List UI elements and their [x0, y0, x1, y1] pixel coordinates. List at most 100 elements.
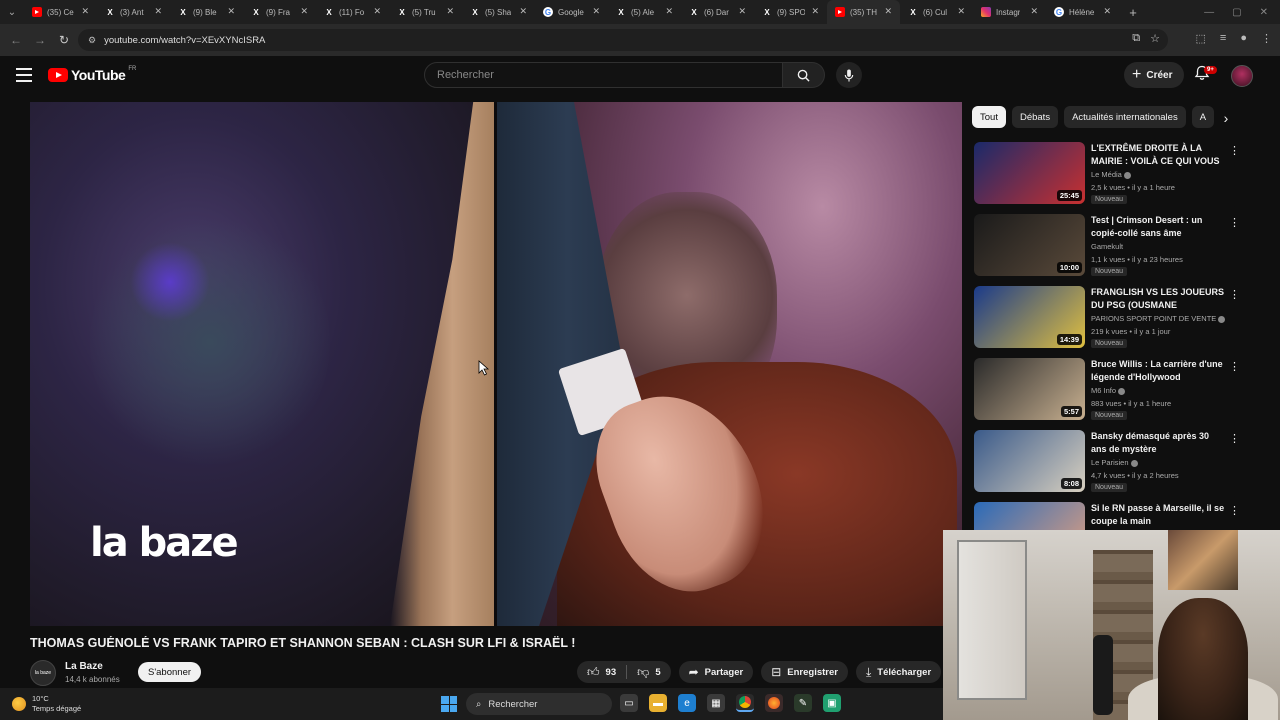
more-options-icon[interactable]: ⋮: [1229, 360, 1240, 373]
maximize-icon[interactable]: ▢: [1232, 7, 1241, 18]
browser-tab[interactable]: (35) Ce ✕: [24, 0, 97, 24]
tab-close-icon[interactable]: ✕: [811, 6, 819, 17]
dislike-count[interactable]: 5: [655, 667, 670, 678]
browser-tab[interactable]: (35) TH ✕: [827, 0, 900, 24]
chip-actualites-internationales[interactable]: Actualités internationales: [1064, 106, 1186, 128]
more-options-icon[interactable]: ⋮: [1229, 216, 1240, 229]
video-thumbnail[interactable]: 10:00: [974, 214, 1085, 276]
url-field[interactable]: ⚙ youtube.com/watch?v=XEvXYNcISRA ⧉ ☆: [78, 29, 1168, 51]
recommendation-channel[interactable]: Gamekult: [1091, 242, 1123, 251]
edge-icon[interactable]: e: [678, 694, 696, 712]
tab-close-icon[interactable]: ✕: [446, 6, 454, 17]
recommendation-channel[interactable]: M6 Info: [1091, 386, 1126, 395]
tab-close-icon[interactable]: ✕: [1103, 6, 1111, 17]
task-view-icon[interactable]: ▭: [620, 694, 638, 712]
video-thumbnail[interactable]: 5:57: [974, 358, 1085, 420]
tab-close-icon[interactable]: ✕: [300, 6, 308, 17]
subscribe-button[interactable]: S'abonner: [138, 662, 202, 682]
thumbs-down-icon[interactable]: 👎︎: [637, 665, 649, 680]
recommendation-title[interactable]: Si le RN passe à Marseille, il se coupe …: [1091, 502, 1227, 528]
save-button[interactable]: ⊟ Enregistrer: [761, 661, 848, 683]
more-options-icon[interactable]: ⋮: [1229, 432, 1240, 445]
store-icon[interactable]: ▦: [707, 694, 725, 712]
green-app-icon[interactable]: ▣: [823, 694, 841, 712]
more-options-icon[interactable]: ⋮: [1229, 288, 1240, 301]
taskbar-search[interactable]: ⌕ Rechercher: [466, 693, 612, 715]
channel-name[interactable]: La Baze: [65, 661, 103, 672]
search-input[interactable]: [437, 69, 782, 81]
video-thumbnail[interactable]: 14:39: [974, 286, 1085, 348]
bookmark-star-icon[interactable]: ☆: [1150, 32, 1160, 45]
app-icon[interactable]: ✎: [794, 694, 812, 712]
recommendation-title[interactable]: Bruce Willis : La carrière d'une légende…: [1091, 358, 1227, 384]
tab-close-icon[interactable]: ✕: [81, 6, 89, 17]
tab-close-icon[interactable]: ✕: [665, 6, 673, 17]
recommendation-item[interactable]: 10:00 Test | Crimson Desert : un copié-co…: [974, 212, 1244, 284]
tab-close-icon[interactable]: ✕: [1030, 6, 1038, 17]
account-avatar[interactable]: [1231, 65, 1253, 87]
recommendation-channel[interactable]: Le Parisien: [1091, 458, 1138, 467]
recommendation-title[interactable]: Bansky démasqué après 30 ans de mystère: [1091, 430, 1227, 456]
tab-close-icon[interactable]: ✕: [227, 6, 235, 17]
browser-tab[interactable]: X (9) Ble ✕: [170, 0, 243, 24]
recommendation-item[interactable]: 14:39 FRANGLISH VS LES JOUEURS DU PSG (OU…: [974, 284, 1244, 356]
recommendation-channel[interactable]: Le Média: [1091, 170, 1131, 179]
recommendation-item[interactable]: 8:08 Bansky démasqué après 30 ans de myst…: [974, 428, 1244, 500]
chrome-icon[interactable]: [736, 694, 754, 712]
chip-debats[interactable]: Débats: [1011, 106, 1059, 128]
cast-icon[interactable]: ⧉: [1132, 32, 1140, 45]
tab-search-icon[interactable]: ⌄: [0, 0, 24, 24]
new-tab-button[interactable]: +: [1123, 5, 1143, 20]
firefox-icon[interactable]: [765, 694, 783, 712]
file-explorer-icon[interactable]: ▬: [649, 694, 667, 712]
chip-tout[interactable]: Tout: [972, 106, 1006, 128]
recommendation-title[interactable]: Test | Crimson Desert : un copié-collé s…: [1091, 214, 1227, 240]
recommendation-item[interactable]: 5:57 Bruce Willis : La carrière d'une lég…: [974, 356, 1244, 428]
reload-icon[interactable]: ↻: [52, 33, 76, 47]
browser-tab[interactable]: X (3) Ant ✕: [97, 0, 170, 24]
browser-tab[interactable]: X (6) Cul ✕: [900, 0, 973, 24]
browser-tab[interactable]: X (5) Tru ✕: [389, 0, 462, 24]
recommendation-title[interactable]: L'EXTRÊME DROITE À LA MAIRIE : VOILÀ CE …: [1091, 142, 1227, 168]
profile-icon[interactable]: ●: [1240, 32, 1247, 45]
extensions-icon[interactable]: ⬚: [1196, 32, 1206, 45]
forward-icon[interactable]: →: [28, 33, 52, 47]
minimize-icon[interactable]: —: [1204, 7, 1214, 18]
tab-close-icon[interactable]: ✕: [957, 6, 965, 17]
create-button[interactable]: + Créer: [1124, 62, 1185, 88]
weather-widget[interactable]: 10°C Temps dégagé: [12, 694, 81, 714]
thumbs-up-icon[interactable]: 👍︎: [587, 665, 600, 680]
site-info-icon[interactable]: ⚙: [88, 35, 96, 46]
tab-close-icon[interactable]: ✕: [738, 6, 746, 17]
recommendation-channel[interactable]: PARIONS SPORT POINT DE VENTE: [1091, 314, 1226, 323]
tab-groups-icon[interactable]: ≡: [1220, 32, 1226, 45]
close-window-icon[interactable]: ✕: [1260, 7, 1268, 18]
video-thumbnail[interactable]: 8:08: [974, 430, 1085, 492]
browser-tab[interactable]: X (11) Fo ✕: [316, 0, 389, 24]
download-button[interactable]: ⤓ Télécharger: [855, 661, 942, 683]
windows-start-icon[interactable]: [441, 696, 457, 712]
back-icon[interactable]: ←: [4, 33, 28, 47]
browser-tab[interactable]: Instagr ✕: [973, 0, 1046, 24]
browser-tab[interactable]: X (9) SPO ✕: [754, 0, 827, 24]
chevron-right-icon[interactable]: ›: [1216, 108, 1236, 128]
recommendation-title[interactable]: FRANGLISH VS LES JOUEURS DU PSG (OUSMANE…: [1091, 286, 1227, 312]
tab-close-icon[interactable]: ✕: [592, 6, 600, 17]
browser-tab[interactable]: G Google ✕: [535, 0, 608, 24]
more-options-icon[interactable]: ⋮: [1229, 144, 1240, 157]
voice-search-button[interactable]: [836, 62, 862, 88]
browser-tab[interactable]: G Hélène ✕: [1046, 0, 1119, 24]
search-button[interactable]: [783, 62, 825, 88]
share-button[interactable]: ➦ Partager: [678, 661, 754, 683]
channel-avatar[interactable]: la baze: [30, 660, 56, 686]
tab-close-icon[interactable]: ✕: [884, 6, 892, 17]
browser-tab[interactable]: X (6) Dar ✕: [681, 0, 754, 24]
browser-tab[interactable]: X (5) Ale ✕: [608, 0, 681, 24]
menu-icon[interactable]: [16, 68, 32, 82]
recommendation-item[interactable]: 25:45 L'EXTRÊME DROITE À LA MAIRIE : VOIL…: [974, 140, 1244, 212]
like-count[interactable]: 93: [606, 667, 617, 678]
browser-tab[interactable]: X (5) Sha ✕: [462, 0, 535, 24]
video-thumbnail[interactable]: 25:45: [974, 142, 1085, 204]
tab-close-icon[interactable]: ✕: [154, 6, 162, 17]
chip-more[interactable]: A: [1191, 106, 1215, 128]
